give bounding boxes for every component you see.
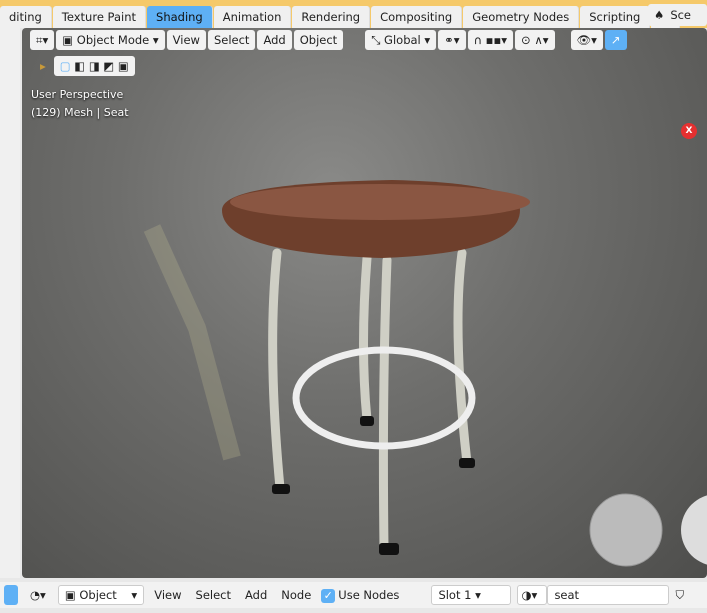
stool-leg	[268, 248, 285, 493]
scene-name: Sce	[670, 8, 692, 22]
select-tool-icon[interactable]: ▸	[34, 56, 52, 76]
gizmo-toggle[interactable]: ↗	[604, 30, 627, 50]
snap-toggle[interactable]: ∩ ▪▪▾	[467, 30, 514, 50]
gizmo-x-axis[interactable]: X	[681, 123, 697, 139]
pivot-dropdown[interactable]: ⚭▾	[438, 30, 466, 50]
menu-object[interactable]: Object	[293, 30, 344, 50]
menu-select[interactable]: Select	[192, 588, 235, 602]
transform-pivot-button[interactable]: ⌗▾	[30, 30, 55, 50]
tab-rendering[interactable]: Rendering	[292, 6, 371, 28]
proportional-edit[interactable]: ⊙ ∧▾	[515, 30, 555, 50]
top-bar: diting Texture Paint Shading Animation R…	[0, 0, 707, 28]
menu-add[interactable]: Add	[241, 588, 271, 602]
stool-leg	[453, 248, 472, 468]
transform-orientation-dropdown[interactable]: ⤡ Global ▾	[365, 30, 437, 50]
menu-select[interactable]: Select	[207, 30, 256, 50]
selection-mode-buttons[interactable]: ▢ ◧ ◨ ◩ ▣	[53, 56, 135, 76]
menu-node[interactable]: Node	[277, 588, 315, 602]
menu-add[interactable]: Add	[257, 30, 292, 50]
mode-dropdown[interactable]: ▣ Object Mode ▾	[56, 30, 165, 50]
scene-icon: ♠	[654, 8, 665, 22]
stool-leg	[378, 255, 392, 553]
menu-view[interactable]: View	[150, 588, 185, 602]
tab-shading[interactable]: Shading	[147, 6, 213, 28]
tab-editing[interactable]: diting	[0, 6, 52, 28]
viewport-header: ⌗▾ ▣ Object Mode ▾ View Select Add Objec…	[30, 30, 627, 50]
fake-user-shield-icon[interactable]: ⛉	[675, 588, 684, 603]
menu-view[interactable]: View	[166, 30, 206, 50]
tab-texture-paint[interactable]: Texture Paint	[52, 6, 147, 28]
object-mode-icon: ▣	[62, 33, 77, 47]
scene-selector[interactable]: ♠ Sce	[648, 4, 707, 26]
shader-type-dropdown[interactable]: ◔▾	[24, 585, 52, 605]
tab-animation[interactable]: Animation	[213, 6, 292, 28]
slot-dropdown[interactable]: Slot 1 ▾	[431, 585, 512, 605]
toolbar-panel	[0, 28, 20, 578]
object-icon: ▣	[64, 588, 80, 602]
3d-viewport[interactable]: ⌗▾ ▣ Object Mode ▾ View Select Add Objec…	[22, 28, 707, 578]
selection-mode-bar: ▸ ▢ ◧ ◨ ◩ ▣	[34, 56, 135, 76]
workspace-tabs: diting Texture Paint Shading Animation R…	[0, 6, 681, 28]
tab-compositing[interactable]: Compositing	[371, 6, 463, 28]
editor-type-button[interactable]	[4, 585, 18, 605]
tab-scripting[interactable]: Scripting	[580, 6, 651, 28]
orientation-icon: ⤡	[371, 33, 385, 47]
material-browse-button[interactable]: ◑▾	[517, 585, 548, 605]
checkmark-icon: ✓	[321, 588, 336, 603]
use-nodes-checkbox[interactable]: ✓ Use Nodes	[321, 588, 399, 603]
perspective-label: User Perspective	[31, 88, 124, 101]
object-type-dropdown[interactable]: ▣ Object ▾	[57, 585, 145, 605]
object-info-label: (129) Mesh | Seat	[31, 106, 129, 119]
material-name-field[interactable]: seat	[547, 585, 670, 605]
tab-geometry-nodes[interactable]: Geometry Nodes	[463, 6, 580, 28]
hdri-preview-sphere	[589, 493, 663, 567]
node-editor-header: ◔▾ ▣ Object ▾ View Select Add Node ✓ Use …	[0, 582, 707, 608]
stool-leg	[359, 253, 372, 425]
visibility-dropdown[interactable]: 👁▾	[570, 30, 603, 50]
